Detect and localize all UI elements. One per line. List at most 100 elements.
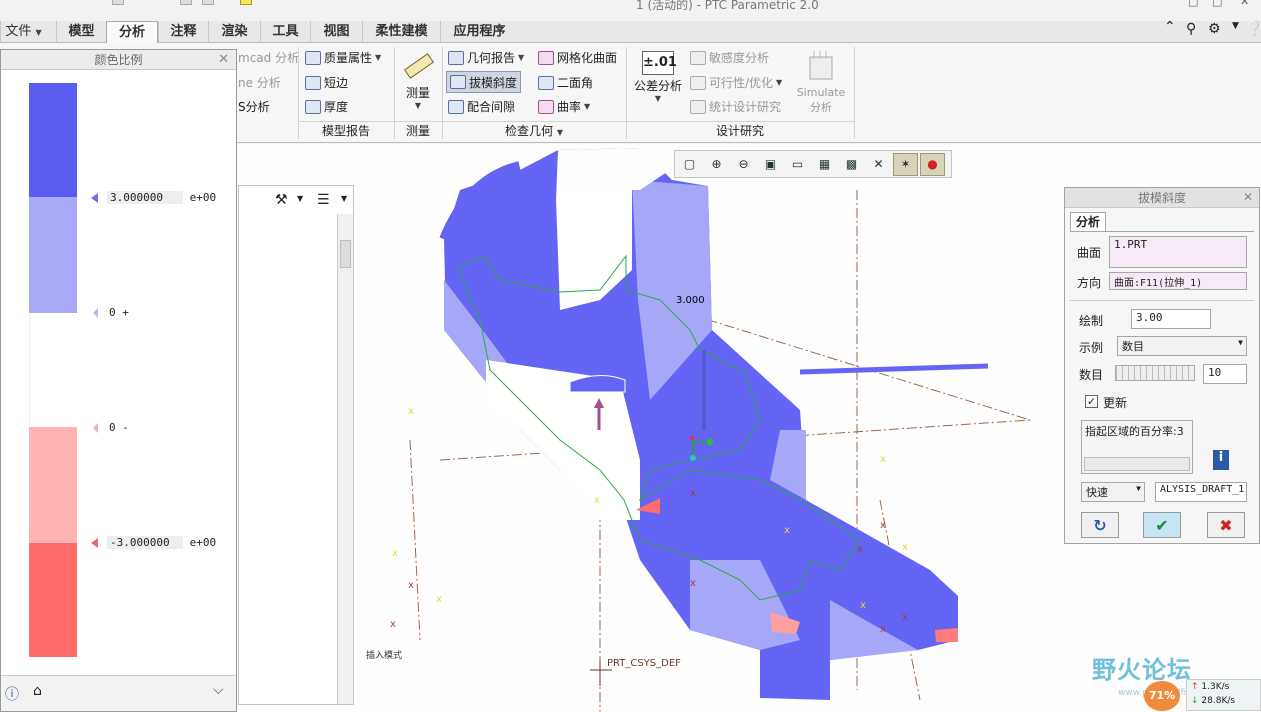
spin-center-icon[interactable]: ✶ [893,152,918,176]
clearance-button[interactable]: 配合间隙 [448,98,515,115]
svg-text:x: x [880,454,886,465]
color-band [29,427,77,543]
draft-button[interactable]: 拔模斜度 [446,71,522,93]
measure-label: 测量 [405,86,430,100]
repaint-icon[interactable]: ▣ [758,153,783,176]
scale-marker-icon[interactable] [91,538,98,548]
tree-settings-icon[interactable]: ⚒ [275,192,288,208]
ne-analysis-button[interactable]: ne 分析 [238,74,281,91]
scale-marker-icon [93,423,98,433]
info-icon[interactable]: i [1213,450,1229,470]
net-speed-panel: ↑ 1.3K/s ↓ 28.8K/s [1186,679,1261,711]
zoom-in-icon[interactable]: ⊕ [704,153,729,176]
statistical-icon [690,99,706,114]
mesh-surface-button[interactable]: 网格化曲面 [538,49,617,66]
saved-views-icon[interactable]: ▦ [812,153,837,176]
curvature-icon [538,99,554,114]
settings-caret-icon[interactable]: ▼ [1232,21,1239,31]
help-icon[interactable]: ❔ [1246,21,1261,37]
group-label-inspect-geometry[interactable]: 检查几何 ▼ [442,121,626,140]
search-icon[interactable]: ⚲ [1186,21,1196,37]
scale-min-value[interactable]: -3.000000 [107,536,183,549]
restore-icon[interactable]: □ [1212,0,1222,8]
percent-scrollbar[interactable] [1084,457,1190,471]
view-manager-icon[interactable]: ▩ [839,153,864,176]
speed-select[interactable]: 快速 ▼ [1081,482,1145,502]
settings-icon[interactable]: ⚙ [1208,21,1221,37]
tab-file[interactable]: 文件 ▼ [0,21,46,43]
geometry-report-button[interactable]: 几何报告 ▼ [448,49,524,66]
simulate-analysis-button[interactable]: Simulate 分析 [794,49,848,115]
feasibility-icon [690,75,706,90]
tab-annotate[interactable]: 注释 [158,21,208,43]
svg-text:x: x [690,578,696,589]
tree-settings-caret-icon[interactable]: ▼ [297,194,303,203]
thickness-button[interactable]: 厚度 [305,98,348,115]
annotation-display-icon[interactable]: ● [920,152,945,176]
display-select[interactable]: 数目 ▼ [1117,336,1247,356]
surface-field[interactable]: 1.PRT [1109,236,1247,268]
close-icon[interactable]: ✕ [1240,0,1249,8]
tree-show-caret-icon[interactable]: ▼ [341,194,347,203]
ribbon-minimize-icon[interactable]: ⌃ [1164,19,1176,35]
mcad-analysis-button[interactable]: mcad 分析 [238,49,299,66]
tab-flexible-modeling[interactable]: 柔性建模 [362,21,440,43]
repeat-icon[interactable]: ↻ [1081,512,1119,538]
quick-access-icon[interactable] [240,0,252,5]
tab-analysis[interactable]: 分析 [106,21,158,44]
count-field[interactable]: 10 [1203,364,1247,384]
count-slider[interactable] [1115,365,1195,381]
sensitivity-icon [690,50,706,65]
tab-model[interactable]: 模型 [56,21,106,43]
feasibility-button[interactable]: 可行性/优化 ▼ [690,74,782,91]
s-analysis-button[interactable]: S分析 [238,98,270,115]
tab-view[interactable]: 视图 [310,21,362,43]
svg-text:x: x [902,542,908,553]
display-style-icon[interactable]: ▭ [785,153,810,176]
simulate-icon [809,51,833,80]
tree-scrollbar[interactable] [337,214,353,704]
tab-applications[interactable]: 应用程序 [440,21,518,43]
ruler-icon [403,53,435,79]
direction-field[interactable]: 曲面:F11(拉伸_1) [1109,272,1247,290]
analysis-name-field[interactable]: ALYSIS_DRAFT_1 [1155,482,1247,502]
close-icon[interactable]: ✕ [1243,190,1253,204]
tab-render[interactable]: 渲染 [208,21,260,43]
home-icon[interactable]: ⌂ [33,683,42,699]
quick-access-icon[interactable] [202,0,214,5]
color-band [29,313,77,427]
tolerance-analysis-button[interactable]: ±.01 公差分析 ▼ [630,49,686,103]
tree-show-icon[interactable]: ☰ [317,192,330,208]
short-edge-button[interactable]: 短边 [305,74,348,91]
info-icon[interactable]: ⓘ [5,684,19,704]
svg-text:x: x [880,520,886,531]
quick-access-icon[interactable] [112,0,124,5]
curvature-button[interactable]: 曲率 ▼ [538,98,590,115]
minimize-icon[interactable]: □ [1188,0,1198,8]
zoom-out-icon[interactable]: ⊖ [731,153,756,176]
mass-properties-button[interactable]: 质量属性 ▼ [305,49,381,66]
sensitivity-analysis-button[interactable]: 敏感度分析 [690,49,769,66]
group-label-measure: 测量 [394,121,442,140]
draw-value-field[interactable]: 3.00 [1131,309,1211,329]
expand-icon[interactable]: ⌵ [213,682,224,698]
mesh-surface-icon [538,50,554,65]
mass-properties-icon [305,50,321,65]
cancel-button[interactable]: ✖ [1207,512,1245,538]
tab-tools[interactable]: 工具 [260,21,310,43]
refit-icon[interactable]: ▢ [677,153,702,176]
update-checkbox[interactable]: ✓ [1085,395,1098,408]
measure-button[interactable]: 测量 ▼ [398,49,438,110]
scale-marker-icon[interactable] [91,193,98,203]
datum-display-icon[interactable]: ✕ [866,153,891,176]
color-band [29,83,77,197]
quick-access-icon[interactable] [180,0,192,5]
statistical-design-button[interactable]: 统计设计研究 [690,98,781,115]
close-icon[interactable]: ✕ [218,52,229,67]
scale-max-value[interactable]: 3.000000 [107,191,183,204]
model-tree-panel[interactable]: ⚒ ▼ ☰ ▼ [238,185,354,705]
ok-button[interactable]: ✔ [1143,512,1181,538]
dihedral-button[interactable]: 二面角 [538,74,593,91]
tab-analysis-dialog[interactable]: 分析 [1070,212,1106,232]
clearance-icon [448,99,464,114]
